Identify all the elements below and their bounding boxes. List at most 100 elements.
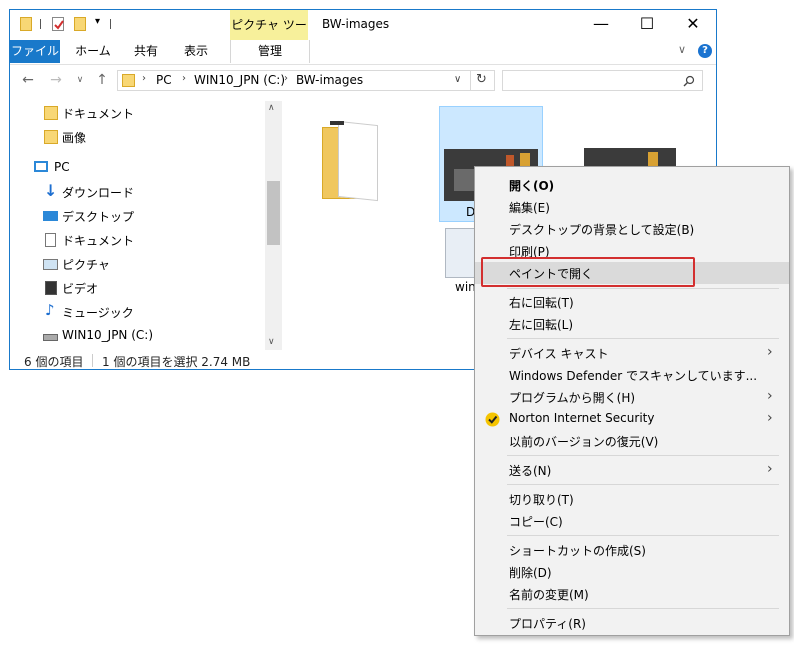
menu-item-copy[interactable]: コピー(C) [475,510,789,532]
menu-separator [507,608,779,609]
menu-item-label: 切り取り(T) [509,493,574,507]
tab-view[interactable]: 表示 [176,40,216,63]
picture-tools-header: ピクチャ ツール [230,10,308,62]
nav-item-desktop[interactable]: デスクトップ [10,204,265,228]
menu-item-label: 編集(E) [509,201,550,215]
menu-item-rename[interactable]: 名前の変更(M) [475,583,789,605]
menu-item-cut[interactable]: 切り取り(T) [475,488,789,510]
norton-check-icon [485,412,500,427]
menu-item-label: ショートカットの作成(S) [509,544,646,558]
document-icon [45,233,56,247]
menu-item-properties[interactable]: プロパティ(R) [475,612,789,634]
menu-item-defender-scan[interactable]: Windows Defender でスキャンしています... [475,364,789,386]
scroll-up-icon[interactable]: ∧ [268,103,275,113]
properties-icon[interactable] [52,17,64,31]
nav-item-documents-quick[interactable]: ドキュメント [10,101,265,125]
menu-item-cast-to-device[interactable]: デバイス キャスト › [475,342,789,364]
breadcrumb-separator-icon[interactable]: › [142,73,146,84]
menu-item-edit[interactable]: 編集(E) [475,196,789,218]
menu-item-label: 削除(D) [509,566,552,580]
nav-item-label: ドキュメント [62,107,135,121]
menu-item-open-with[interactable]: プログラムから開く(H) › [475,386,789,408]
menu-item-restore-previous-versions[interactable]: 以前のバージョンの復元(V) [475,430,789,452]
search-icon [683,75,695,87]
menu-item-label: Windows Defender でスキャンしています... [509,369,758,383]
menu-item-label: デスクトップの背景として設定(B) [509,223,695,237]
folder-icon [122,74,135,87]
nav-item-images[interactable]: 画像 [10,125,265,149]
menu-item-label: Norton Internet Security [509,411,655,425]
nav-item-pictures[interactable]: ピクチャ [10,252,265,276]
menu-item-delete[interactable]: 削除(D) [475,561,789,583]
address-divider [470,71,471,90]
menu-item-set-desktop-background[interactable]: デスクトップの背景として設定(B) [475,218,789,240]
breadcrumb-separator-icon[interactable]: › [182,73,186,84]
item-count: 6 個の項目 [24,355,84,369]
scrollbar-thumb[interactable] [267,181,280,245]
folder-paper [338,120,378,202]
breadcrumb-drive[interactable]: WIN10_JPN (C:) [194,73,285,87]
menu-item-rotate-left[interactable]: 左に回転(L) [475,313,789,335]
nav-item-music[interactable]: ♪ ミュージック [10,300,265,324]
pictures-icon [43,259,58,270]
menu-item-label: 送る(N) [509,464,552,478]
forward-arrow-icon[interactable]: → [48,72,64,88]
nav-item-label: デスクトップ [62,210,135,224]
menu-item-open[interactable]: 開く(O) [475,174,789,196]
highlight-box [481,257,695,287]
help-icon[interactable]: ? [698,44,712,58]
nav-item-label: ピクチャ [62,258,110,272]
selection-info: 1 個の項目を選択 2.74 MB [102,355,251,369]
folder-icon [44,130,58,144]
submenu-arrow-icon: › [767,344,773,360]
address-dropdown-icon[interactable]: ∨ [454,74,461,85]
refresh-icon[interactable]: ↻ [476,72,487,87]
ribbon-expand-icon[interactable]: ∨ [678,43,686,56]
menu-item-rotate-right[interactable]: 右に回転(T) [475,291,789,313]
recent-dropdown-icon[interactable]: ∨ [72,72,88,88]
search-input[interactable] [502,70,703,91]
nav-item-videos[interactable]: ビデオ [10,276,265,300]
folder-tile[interactable] [322,117,386,203]
scroll-down-icon[interactable]: ∨ [268,337,275,347]
customize-toolbar-icon[interactable]: ▾ [95,16,100,27]
maximize-button[interactable]: ☐ [624,10,670,40]
close-button[interactable]: ✕ [670,10,716,40]
breadcrumb-folder[interactable]: BW-images [296,73,363,87]
menu-item-label: デバイス キャスト [509,347,609,361]
menu-item-label: 名前の変更(M) [509,588,589,602]
tab-file[interactable]: ファイル [10,40,60,63]
menu-item-create-shortcut[interactable]: ショートカットの作成(S) [475,539,789,561]
tab-manage[interactable]: 管理 [230,40,310,63]
navigation-pane: ドキュメント 画像 PC ↓ ダウンロード デスクトップ ドキュメント ピクチャ [10,101,282,350]
nav-item-label: ダウンロード [62,186,135,200]
menu-item-label: 以前のバージョンの復元(V) [509,435,659,449]
nav-item-documents[interactable]: ドキュメント [10,228,265,252]
menu-separator [507,338,779,339]
toolbar-divider [40,19,41,29]
download-icon: ↓ [44,181,58,200]
menu-item-send-to[interactable]: 送る(N) › [475,459,789,481]
breadcrumb-separator-icon[interactable]: › [284,73,288,84]
nav-item-drive[interactable]: WIN10_JPN (C:) [10,324,265,348]
menu-separator [507,288,779,289]
new-folder-icon[interactable] [74,17,86,31]
menu-item-norton[interactable]: Norton Internet Security › [475,408,789,430]
tab-home[interactable]: ホーム [70,40,116,63]
nav-item-pc[interactable]: PC [10,156,265,180]
context-menu: 開く(O) 編集(E) デスクトップの背景として設定(B) 印刷(P) ペイント… [474,166,790,636]
pc-icon [34,161,48,172]
breadcrumb-pc[interactable]: PC [156,73,172,87]
menu-item-label: 開く(O) [509,179,555,193]
back-arrow-icon[interactable]: ← [20,72,36,88]
menu-item-label: プログラムから開く(H) [509,391,636,405]
tab-share[interactable]: 共有 [126,40,166,63]
nav-item-downloads[interactable]: ↓ ダウンロード [10,180,265,204]
up-arrow-icon[interactable]: ↑ [94,72,110,88]
nav-item-label: ビデオ [62,282,99,296]
minimize-button[interactable]: — [578,10,624,40]
nav-item-label: ミュージック [62,306,134,320]
address-bar[interactable]: › PC › WIN10_JPN (C:) › BW-images ∨ ↻ [117,70,495,91]
nav-item-label: WIN10_JPN (C:) [62,328,154,342]
nav-item-label: 画像 [62,131,87,145]
